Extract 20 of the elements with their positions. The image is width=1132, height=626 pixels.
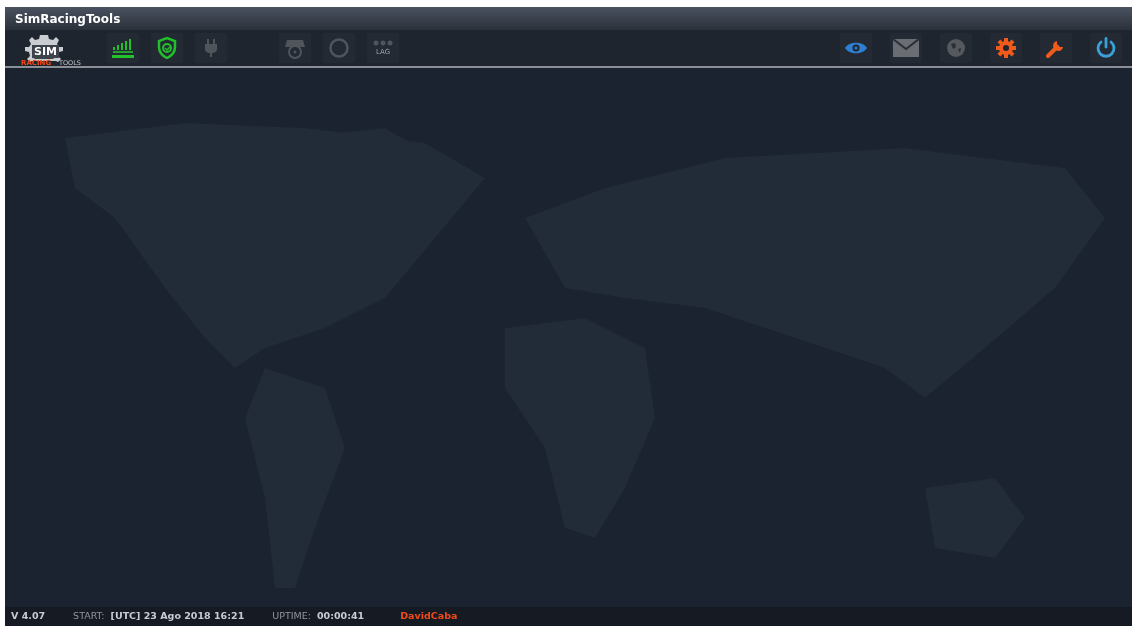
version-label: V 4.07 [11, 609, 46, 624]
shield-check-icon [157, 37, 177, 59]
shield-check-button[interactable] [151, 33, 183, 63]
globe-button[interactable] [940, 33, 972, 63]
signal-bars-icon [111, 37, 135, 59]
plug-icon [203, 38, 219, 58]
dots-icon [372, 40, 394, 46]
user-name: DavidCaba [400, 609, 458, 624]
start-time: [UTC] 23 Ago 2018 16:21 [110, 609, 245, 624]
eye-button[interactable] [840, 33, 872, 63]
ring-button[interactable] [323, 33, 355, 63]
uptime-label: UPTIME: [272, 609, 311, 624]
plug-button[interactable] [195, 33, 227, 63]
signal-bars-button[interactable] [107, 33, 139, 63]
uptime-value: 00:00:41 [316, 609, 365, 624]
start-label: START: [73, 609, 105, 624]
envelope-button[interactable] [890, 33, 922, 63]
ring-icon [328, 37, 350, 59]
window-title: SimRacingTools [5, 7, 1132, 30]
logo-text: SIM [32, 45, 59, 58]
